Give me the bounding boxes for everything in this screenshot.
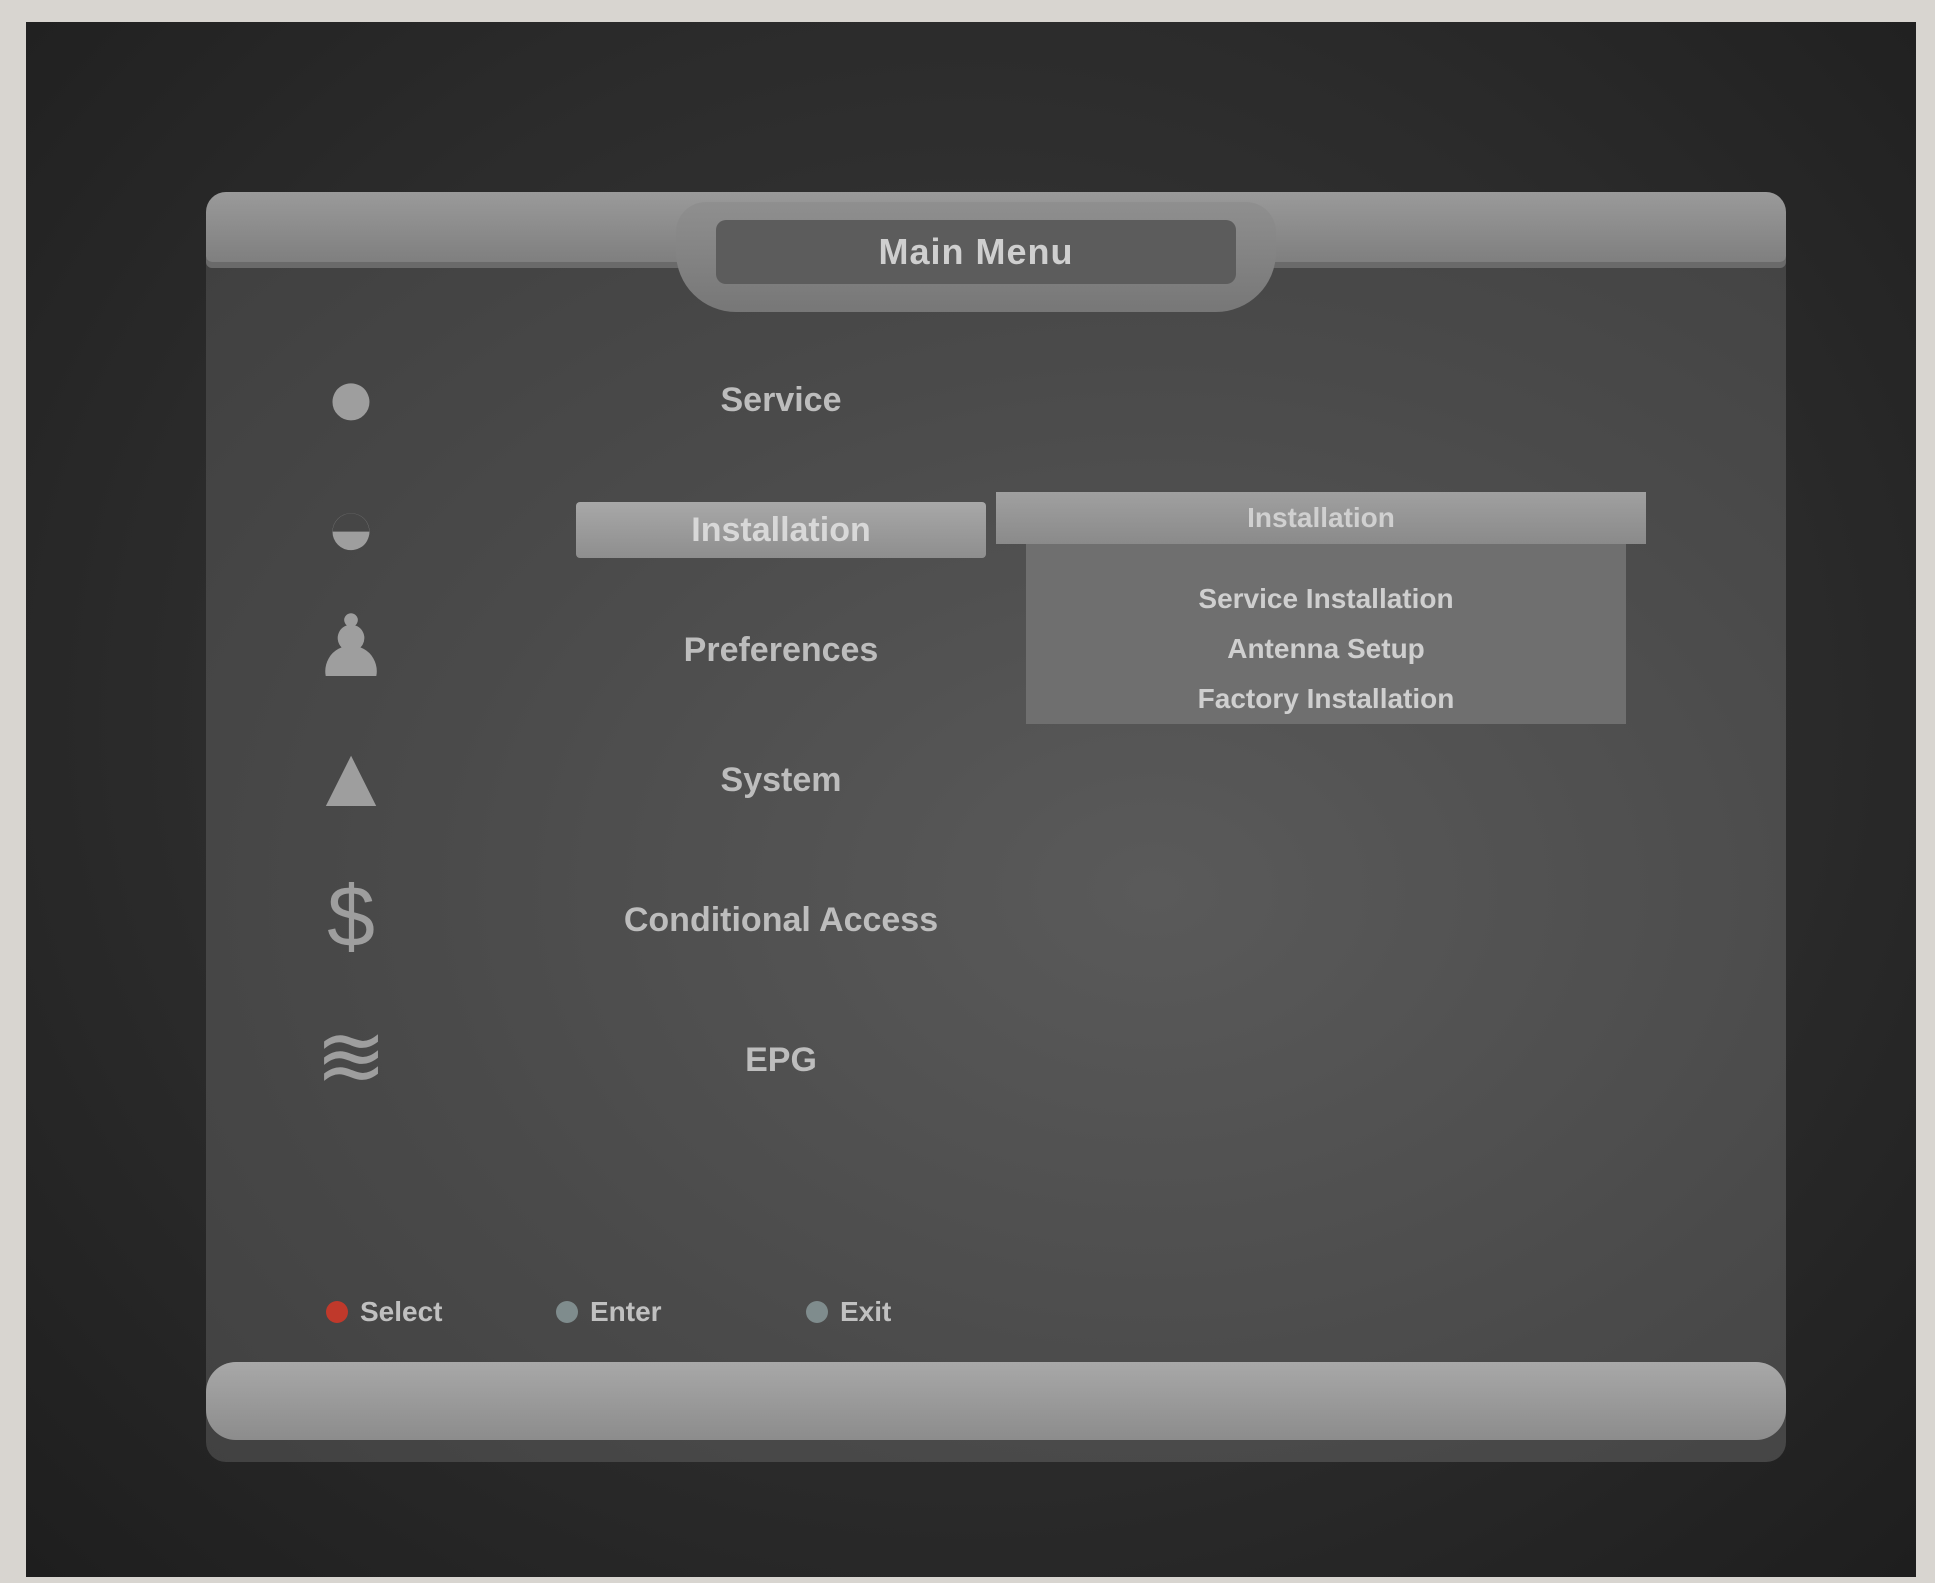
menu-item-system[interactable]: ▲ System [286,722,1046,842]
hint-label: Exit [840,1296,892,1327]
tv-bezel: Main Menu ● Service ◒ Installation ♟ Pre… [26,22,1916,1577]
title-panel: Main Menu [716,220,1236,284]
footer-hints: Select Enter Exit [286,1282,1286,1342]
menu-item-label: System [720,760,842,799]
preferences-icon: ♟ [312,599,390,695]
menu-item-label: Preferences [683,630,879,669]
hint-exit: Exit [806,1282,891,1342]
submenu-body: Service Installation Antenna Setup Facto… [1026,544,1626,724]
menu-item-label: EPG [745,1040,817,1079]
submenu-header: Installation [996,492,1646,544]
hint-enter: Enter [556,1282,662,1342]
installation-submenu: Installation Service Installation Antenn… [996,492,1646,732]
page-title: Main Menu [878,231,1074,272]
exit-button-icon [806,1301,828,1323]
hint-label: Enter [590,1296,662,1327]
bottom-frame [206,1362,1786,1440]
title-tab: Main Menu [676,202,1276,312]
system-icon: ▲ [308,729,394,825]
menu-item-epg[interactable]: ≋ EPG [286,1002,1046,1122]
menu-item-label-selected: Installation [576,502,986,558]
menu-item-installation[interactable]: ◒ Installation [286,472,1046,592]
menu-item-label: Service [720,380,842,419]
conditional-access-icon: $ [327,869,375,965]
main-menu-screen: Main Menu ● Service ◒ Installation ♟ Pre… [206,192,1786,1462]
red-button-icon [326,1301,348,1323]
submenu-item[interactable]: Antenna Setup [1026,624,1626,674]
submenu-item[interactable]: Service Installation [1026,574,1626,624]
hint-select: Select [326,1282,443,1342]
satellite-dish-icon: ◒ [325,479,377,575]
menu-item-preferences[interactable]: ♟ Preferences [286,592,1046,712]
hint-label: Select [360,1296,443,1327]
menu-item-service[interactable]: ● Service [286,342,1046,462]
menu-item-conditional-access[interactable]: $ Conditional Access [286,862,1046,982]
menu-item-label: Conditional Access [623,900,939,939]
epg-icon: ≋ [314,1009,388,1105]
submenu-item[interactable]: Factory Installation [1026,674,1626,724]
ok-button-icon [556,1301,578,1323]
globe-icon: ● [325,349,377,445]
